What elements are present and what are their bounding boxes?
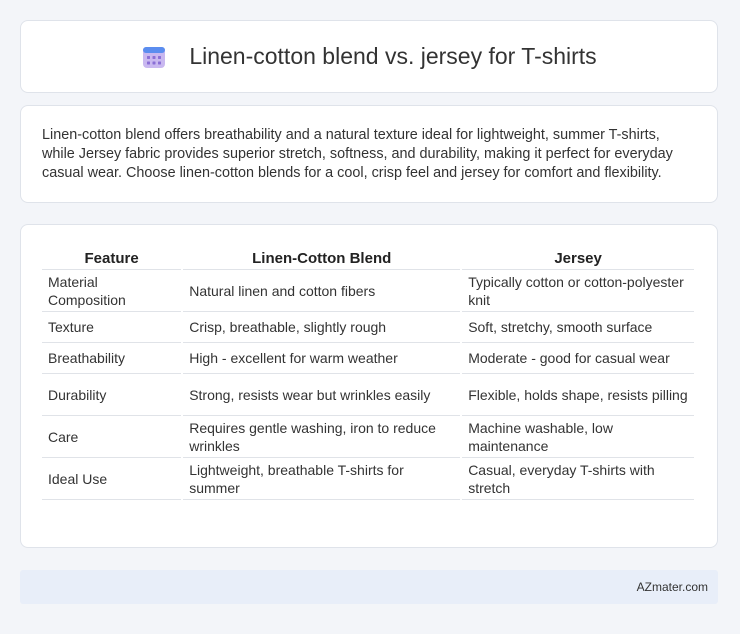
cell-feature: Texture — [42, 312, 182, 343]
cell-feature: Breathability — [42, 343, 182, 374]
cell-jersey: Soft, stretchy, smooth surface — [462, 312, 694, 343]
footer-brand: AZmater.com — [636, 580, 708, 594]
cell-jersey: Moderate - good for casual wear — [462, 343, 694, 374]
cell-linen-cotton: Crisp, breathable, slightly rough — [183, 312, 461, 343]
cell-feature: Care — [42, 416, 182, 458]
cell-jersey: Casual, everyday T-shirts with stretch — [462, 458, 694, 500]
summary-text: Linen-cotton blend offers breathability … — [42, 127, 673, 181]
cell-feature: Durability — [42, 374, 182, 416]
page-title: Linen-cotton blend vs. jersey for T-shir… — [189, 43, 597, 69]
cell-jersey: Machine washable, low maintenance — [462, 416, 694, 458]
comparison-table: Feature Linen-Cotton Blend Jersey Materi… — [40, 245, 696, 500]
header-feature: Feature — [42, 245, 182, 270]
cell-linen-cotton: High - excellent for warm weather — [183, 343, 461, 374]
table-row: Texture Crisp, breathable, slightly roug… — [42, 312, 694, 343]
table-row: Ideal Use Lightweight, breathable T-shir… — [42, 458, 694, 500]
comparison-card: Feature Linen-Cotton Blend Jersey Materi… — [20, 224, 718, 548]
summary-card: Linen-cotton blend offers breathability … — [20, 105, 718, 203]
calendar-icon — [141, 44, 167, 70]
table-row: Care Requires gentle washing, iron to re… — [42, 416, 694, 458]
cell-jersey: Flexible, holds shape, resists pilling — [462, 374, 694, 416]
table-row: Material Composition Natural linen and c… — [42, 270, 694, 312]
table-row: Durability Strong, resists wear but wrin… — [42, 374, 694, 416]
cell-linen-cotton: Strong, resists wear but wrinkles easily — [183, 374, 461, 416]
cell-linen-cotton: Requires gentle washing, iron to reduce … — [183, 416, 461, 458]
cell-jersey: Typically cotton or cotton-polyester kni… — [462, 270, 694, 312]
cell-linen-cotton: Lightweight, breathable T-shirts for sum… — [183, 458, 461, 500]
header-jersey: Jersey — [462, 245, 694, 270]
table-header-row: Feature Linen-Cotton Blend Jersey — [42, 245, 694, 270]
cell-feature: Material Composition — [42, 270, 182, 312]
table-row: Breathability High - excellent for warm … — [42, 343, 694, 374]
cell-feature: Ideal Use — [42, 458, 182, 500]
cell-linen-cotton: Natural linen and cotton fibers — [183, 270, 461, 312]
footer-bar: AZmater.com — [20, 570, 718, 604]
header-linen-cotton: Linen-Cotton Blend — [183, 245, 461, 270]
title-wrap: Linen-cotton blend vs. jersey for T-shir… — [141, 43, 597, 70]
title-card: Linen-cotton blend vs. jersey for T-shir… — [20, 20, 718, 93]
